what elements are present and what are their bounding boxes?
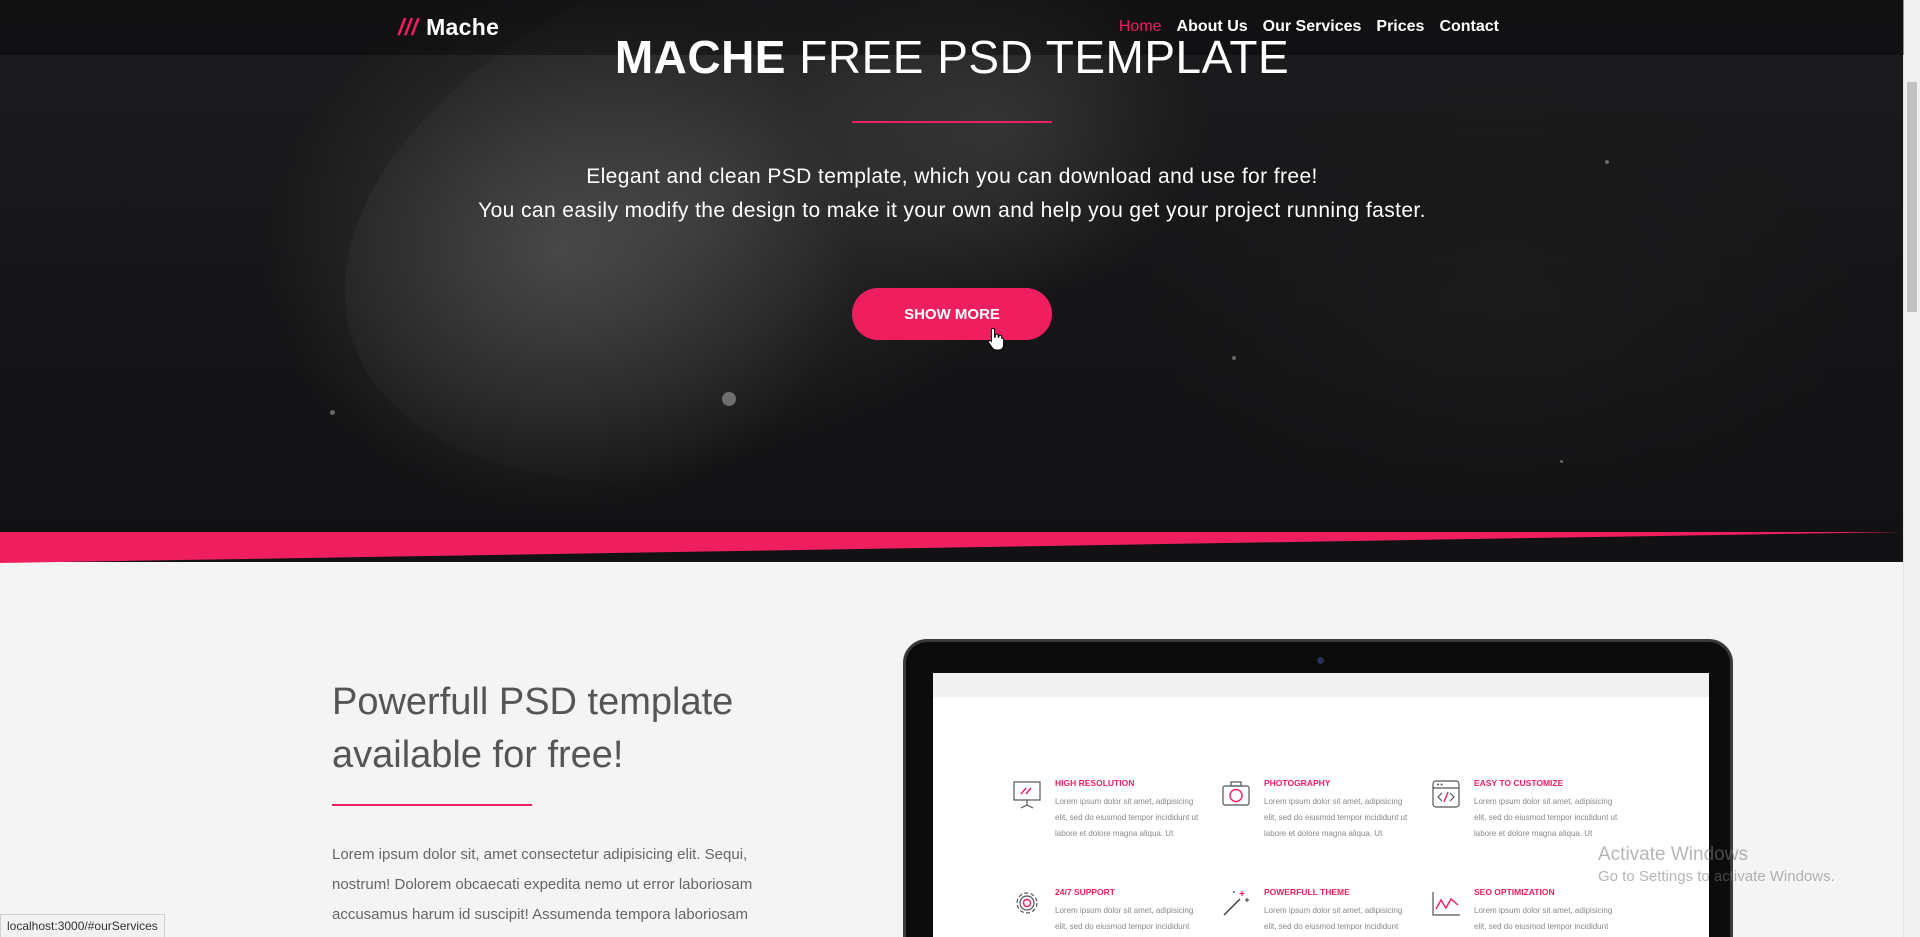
- section-title-line-2: available for free!: [332, 734, 624, 776]
- hero-background-particle: [330, 410, 335, 415]
- laptop-screen: HIGH RESOLUTION Lorem ipsum dolor sit am…: [933, 673, 1709, 937]
- hero-title-rest: FREE PSD TEMPLATE: [785, 31, 1290, 83]
- hero-description-line-2: You can easily modify the design to make…: [478, 199, 1426, 222]
- section-title: Powerfull PSD template available for fre…: [332, 676, 792, 782]
- line-chart-icon: [1432, 892, 1460, 916]
- hero-description-line-1: Elegant and clean PSD template, which yo…: [586, 165, 1318, 188]
- feature-description: Lorem ipsum dolor sit amet, adipisicing …: [1474, 797, 1618, 838]
- show-more-button[interactable]: SHOW MORE: [852, 288, 1052, 340]
- feature-description: Lorem ipsum dolor sit amet, adipisicing …: [1264, 797, 1408, 838]
- hero-background-image: [271, 0, 1289, 562]
- hero-title: MACHE FREE PSD TEMPLATE: [0, 30, 1904, 84]
- section-title-line-1: Powerfull PSD template: [332, 681, 734, 723]
- hero-background-particle: [1232, 356, 1236, 360]
- section-paragraph: Lorem ipsum dolor sit, amet consectetur …: [332, 846, 753, 923]
- hero-background-particle: [1560, 460, 1563, 463]
- page: ///Mache Home About Us Our Services Pric…: [0, 0, 1920, 937]
- feature-title: 24/7 SUPPORT: [1055, 887, 1115, 897]
- feature-title: HIGH RESOLUTION: [1055, 778, 1135, 788]
- watermark-subtitle: Go to Settings to activate Windows.: [1598, 868, 1835, 885]
- windows-activation-watermark: Activate Windows Go to Settings to activ…: [1598, 843, 1835, 887]
- hero-divider: [852, 121, 1052, 123]
- hero-description: Elegant and clean PSD template, which yo…: [0, 160, 1904, 228]
- watermark-title: Activate Windows: [1598, 844, 1748, 865]
- hero-title-bold: MACHE: [614, 31, 786, 83]
- camera-icon: [1222, 781, 1250, 806]
- page-scrollbar[interactable]: [1903, 0, 1920, 937]
- gear-icon: [1016, 892, 1038, 914]
- scrollbar-thumb[interactable]: [1907, 82, 1917, 312]
- feature-title: EASY TO CUSTOMIZE: [1474, 778, 1564, 788]
- section-divider: [332, 804, 532, 806]
- feature-description: Lorem ipsum dolor sit amet, adipisicing …: [1055, 906, 1194, 931]
- intro-column: Powerfull PSD template available for fre…: [332, 676, 792, 930]
- code-window-icon: [1432, 780, 1460, 808]
- feature-description: Lorem ipsum dolor sit amet, adipisicing …: [1264, 906, 1403, 931]
- feature-title: PHOTOGRAPHY: [1264, 778, 1331, 788]
- feature-description: Lorem ipsum dolor sit amet, adipisicing …: [1055, 797, 1199, 838]
- feature-title: SEO OPTIMIZATION: [1474, 887, 1555, 897]
- feature-title: POWERFULL THEME: [1264, 887, 1350, 897]
- presentation-icon: [1013, 781, 1041, 809]
- laptop-screen-header: [933, 673, 1709, 697]
- hand-pointer-cursor-icon: [987, 327, 1005, 351]
- laptop-camera: [1317, 657, 1324, 664]
- hero-section: ///Mache Home About Us Our Services Pric…: [0, 0, 1904, 562]
- laptop-mockup: HIGH RESOLUTION Lorem ipsum dolor sit am…: [903, 639, 1733, 937]
- feature-description: Lorem ipsum dolor sit amet, adipisicing …: [1474, 906, 1613, 931]
- hero-background-particle: [722, 392, 736, 406]
- link-status-url: localhost:3000/#ourServices: [0, 914, 165, 937]
- magic-wand-icon: [1223, 891, 1249, 916]
